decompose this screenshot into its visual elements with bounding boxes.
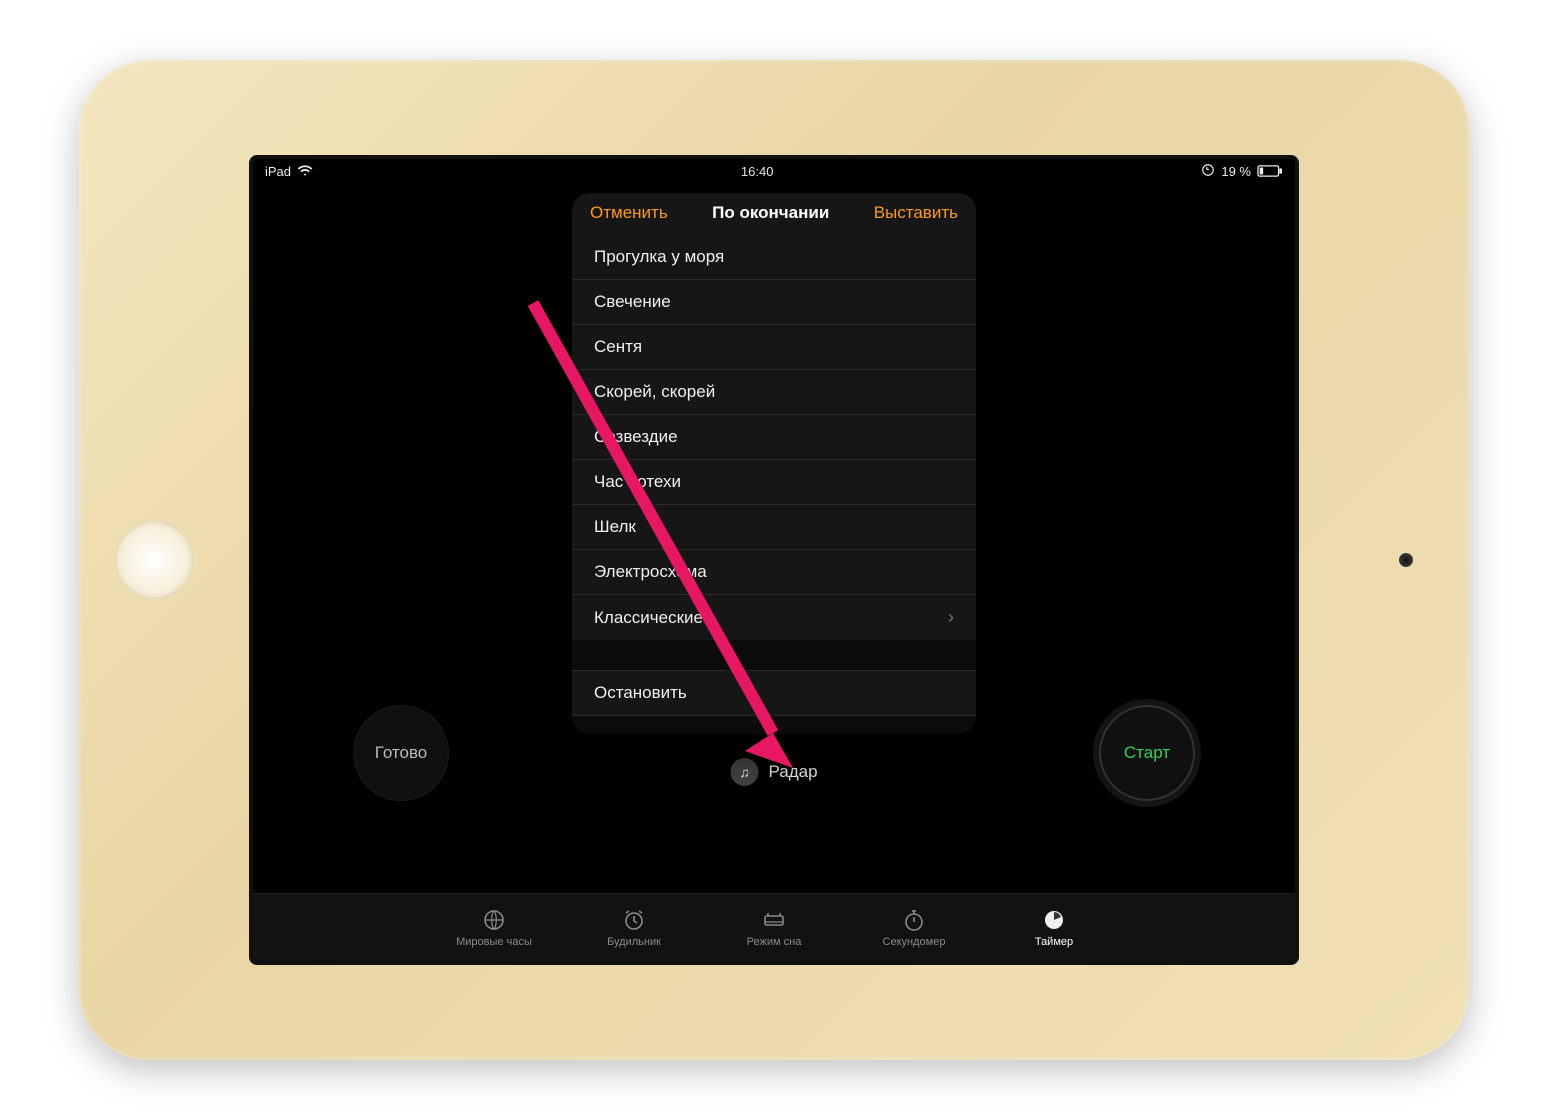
cancel-button[interactable]: Отменить [590,203,668,223]
tab-world-clock[interactable]: Мировые часы [444,908,544,948]
battery-label: 19 % [1221,164,1251,179]
clock-label: 16:40 [741,164,774,179]
stop-playing-option[interactable]: Остановить [572,671,976,715]
home-button[interactable] [115,521,193,599]
battery-icon [1257,165,1283,177]
tab-sleep[interactable]: Режим сна [724,908,824,948]
when-timer-ends-popover: Отменить По окончании Выставить Прогулка… [572,193,976,734]
front-camera [1399,553,1413,567]
sound-name-label: Радар [768,762,817,782]
sound-option[interactable]: Сентя [572,325,976,370]
ipad-bezel: iPad 16:40 19 % Готово Старт [79,60,1469,1060]
tab-bar: Мировые часы Будильник Режим сна Секундо… [253,893,1295,961]
sound-option[interactable]: Созвездие [572,415,976,460]
status-bar: iPad 16:40 19 % [253,159,1295,183]
set-button[interactable]: Выставить [874,203,958,223]
orientation-lock-icon [1201,163,1215,180]
device-label: iPad [265,164,291,179]
timer-sound-row[interactable]: ♫ Радар [730,758,817,786]
screen: iPad 16:40 19 % Готово Старт [249,155,1299,965]
done-button-label: Готово [375,743,428,763]
sound-option[interactable]: Прогулка у моря [572,235,976,280]
chevron-right-icon: › [948,607,954,628]
wifi-icon [297,165,313,177]
music-note-icon: ♫ [730,758,758,786]
popover-title: По окончании [712,203,829,223]
sound-option[interactable]: Электросхема [572,550,976,595]
classic-sounds-row[interactable]: Классические › [572,595,976,640]
done-button[interactable]: Готово [353,705,449,801]
start-button-label: Старт [1124,743,1170,763]
sound-option[interactable]: Скорей, скорей [572,370,976,415]
sound-option[interactable]: Свечение [572,280,976,325]
tab-stopwatch[interactable]: Секундомер [864,908,964,948]
sound-option[interactable]: Шелк [572,505,976,550]
tab-alarm[interactable]: Будильник [584,908,684,948]
start-button[interactable]: Старт [1099,705,1195,801]
sound-option[interactable]: Час потехи [572,460,976,505]
tab-timer[interactable]: Таймер [1004,908,1104,948]
